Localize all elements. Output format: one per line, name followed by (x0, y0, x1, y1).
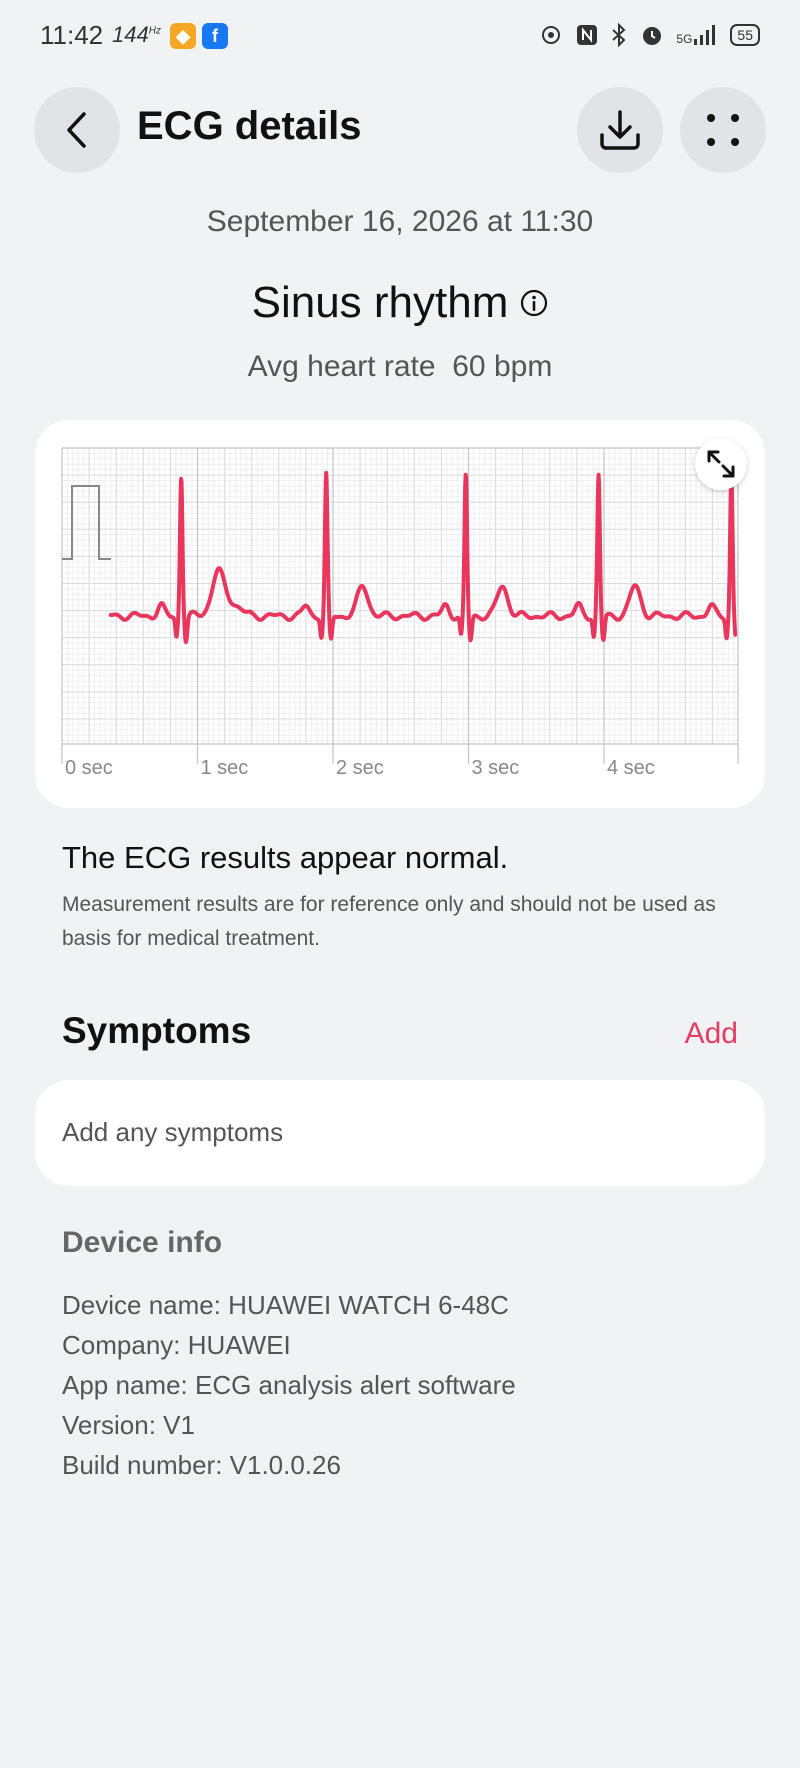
facebook-icon: f (202, 23, 228, 49)
hotspot-icon (542, 26, 561, 44)
signal-icon (694, 25, 716, 45)
download-button[interactable] (577, 87, 663, 173)
download-icon (600, 110, 640, 150)
back-button[interactable] (34, 87, 120, 173)
x-axis-ticks: 0 sec 1 sec 2 sec 3 sec 4 sec (65, 757, 655, 779)
symptoms-title: Symptoms (62, 1010, 252, 1051)
more-icon (707, 114, 739, 146)
network-indicator: 5G (676, 25, 718, 45)
status-time: 11:42 (40, 20, 104, 50)
avg-value: 60 bpm (452, 350, 553, 383)
battery-icon: 55 (730, 24, 760, 46)
x-tick-label: 1 sec (201, 757, 249, 779)
more-button[interactable] (680, 87, 766, 173)
add-symptoms-button[interactable]: Add (685, 1017, 738, 1051)
expand-button[interactable] (695, 438, 747, 490)
nfc-icon (577, 25, 598, 45)
rhythm-label: Sinus rhythm (251, 278, 509, 327)
status-indicators: 5G 55 (538, 22, 760, 48)
ecg-chart-card: 0 sec 1 sec 2 sec 3 sec 4 sec (35, 420, 765, 808)
symptoms-placeholder: Add any symptoms (62, 1117, 284, 1147)
back-icon (67, 112, 86, 148)
device-version: Version: V1 (62, 1410, 195, 1440)
app-notification-icon: ◆ (170, 23, 196, 49)
refresh-rate: 144Hz (112, 22, 161, 47)
device-name: Device name: HUAWEI WATCH 6-48C (62, 1290, 509, 1320)
x-tick-label: 3 sec (472, 757, 520, 779)
x-tick-label: 0 sec (65, 757, 113, 779)
record-date: September 16, 2026 at 11:30 (206, 205, 594, 238)
info-icon[interactable] (520, 289, 548, 317)
avg-heart-rate: Avg heart rate 60 bpm (0, 350, 800, 384)
rhythm-result: Sinus rhythm (0, 278, 800, 328)
device-info-title: Device info (62, 1226, 223, 1259)
expand-icon (707, 450, 735, 478)
alarm-icon (643, 27, 662, 45)
avg-label: Avg heart rate (247, 350, 436, 383)
device-app-name: App name: ECG analysis alert software (62, 1370, 516, 1400)
ecg-chart: 0 sec 1 sec 2 sec 3 sec 4 sec (61, 447, 739, 779)
status-bar: 11:42 144Hz ◆ f 5G 55 (0, 0, 800, 72)
bluetooth-icon (612, 23, 626, 47)
x-tick-label: 2 sec (336, 757, 384, 779)
x-tick-label: 4 sec (607, 757, 655, 779)
page-title: ECG details (137, 104, 362, 148)
result-title: The ECG results appear normal. (62, 840, 509, 875)
symptoms-card[interactable]: Add any symptoms (35, 1080, 765, 1186)
device-build-number: Build number: V1.0.0.26 (62, 1450, 341, 1480)
result-disclaimer: Measurement results are for reference on… (62, 893, 716, 950)
device-company: Company: HUAWEI (62, 1330, 291, 1360)
